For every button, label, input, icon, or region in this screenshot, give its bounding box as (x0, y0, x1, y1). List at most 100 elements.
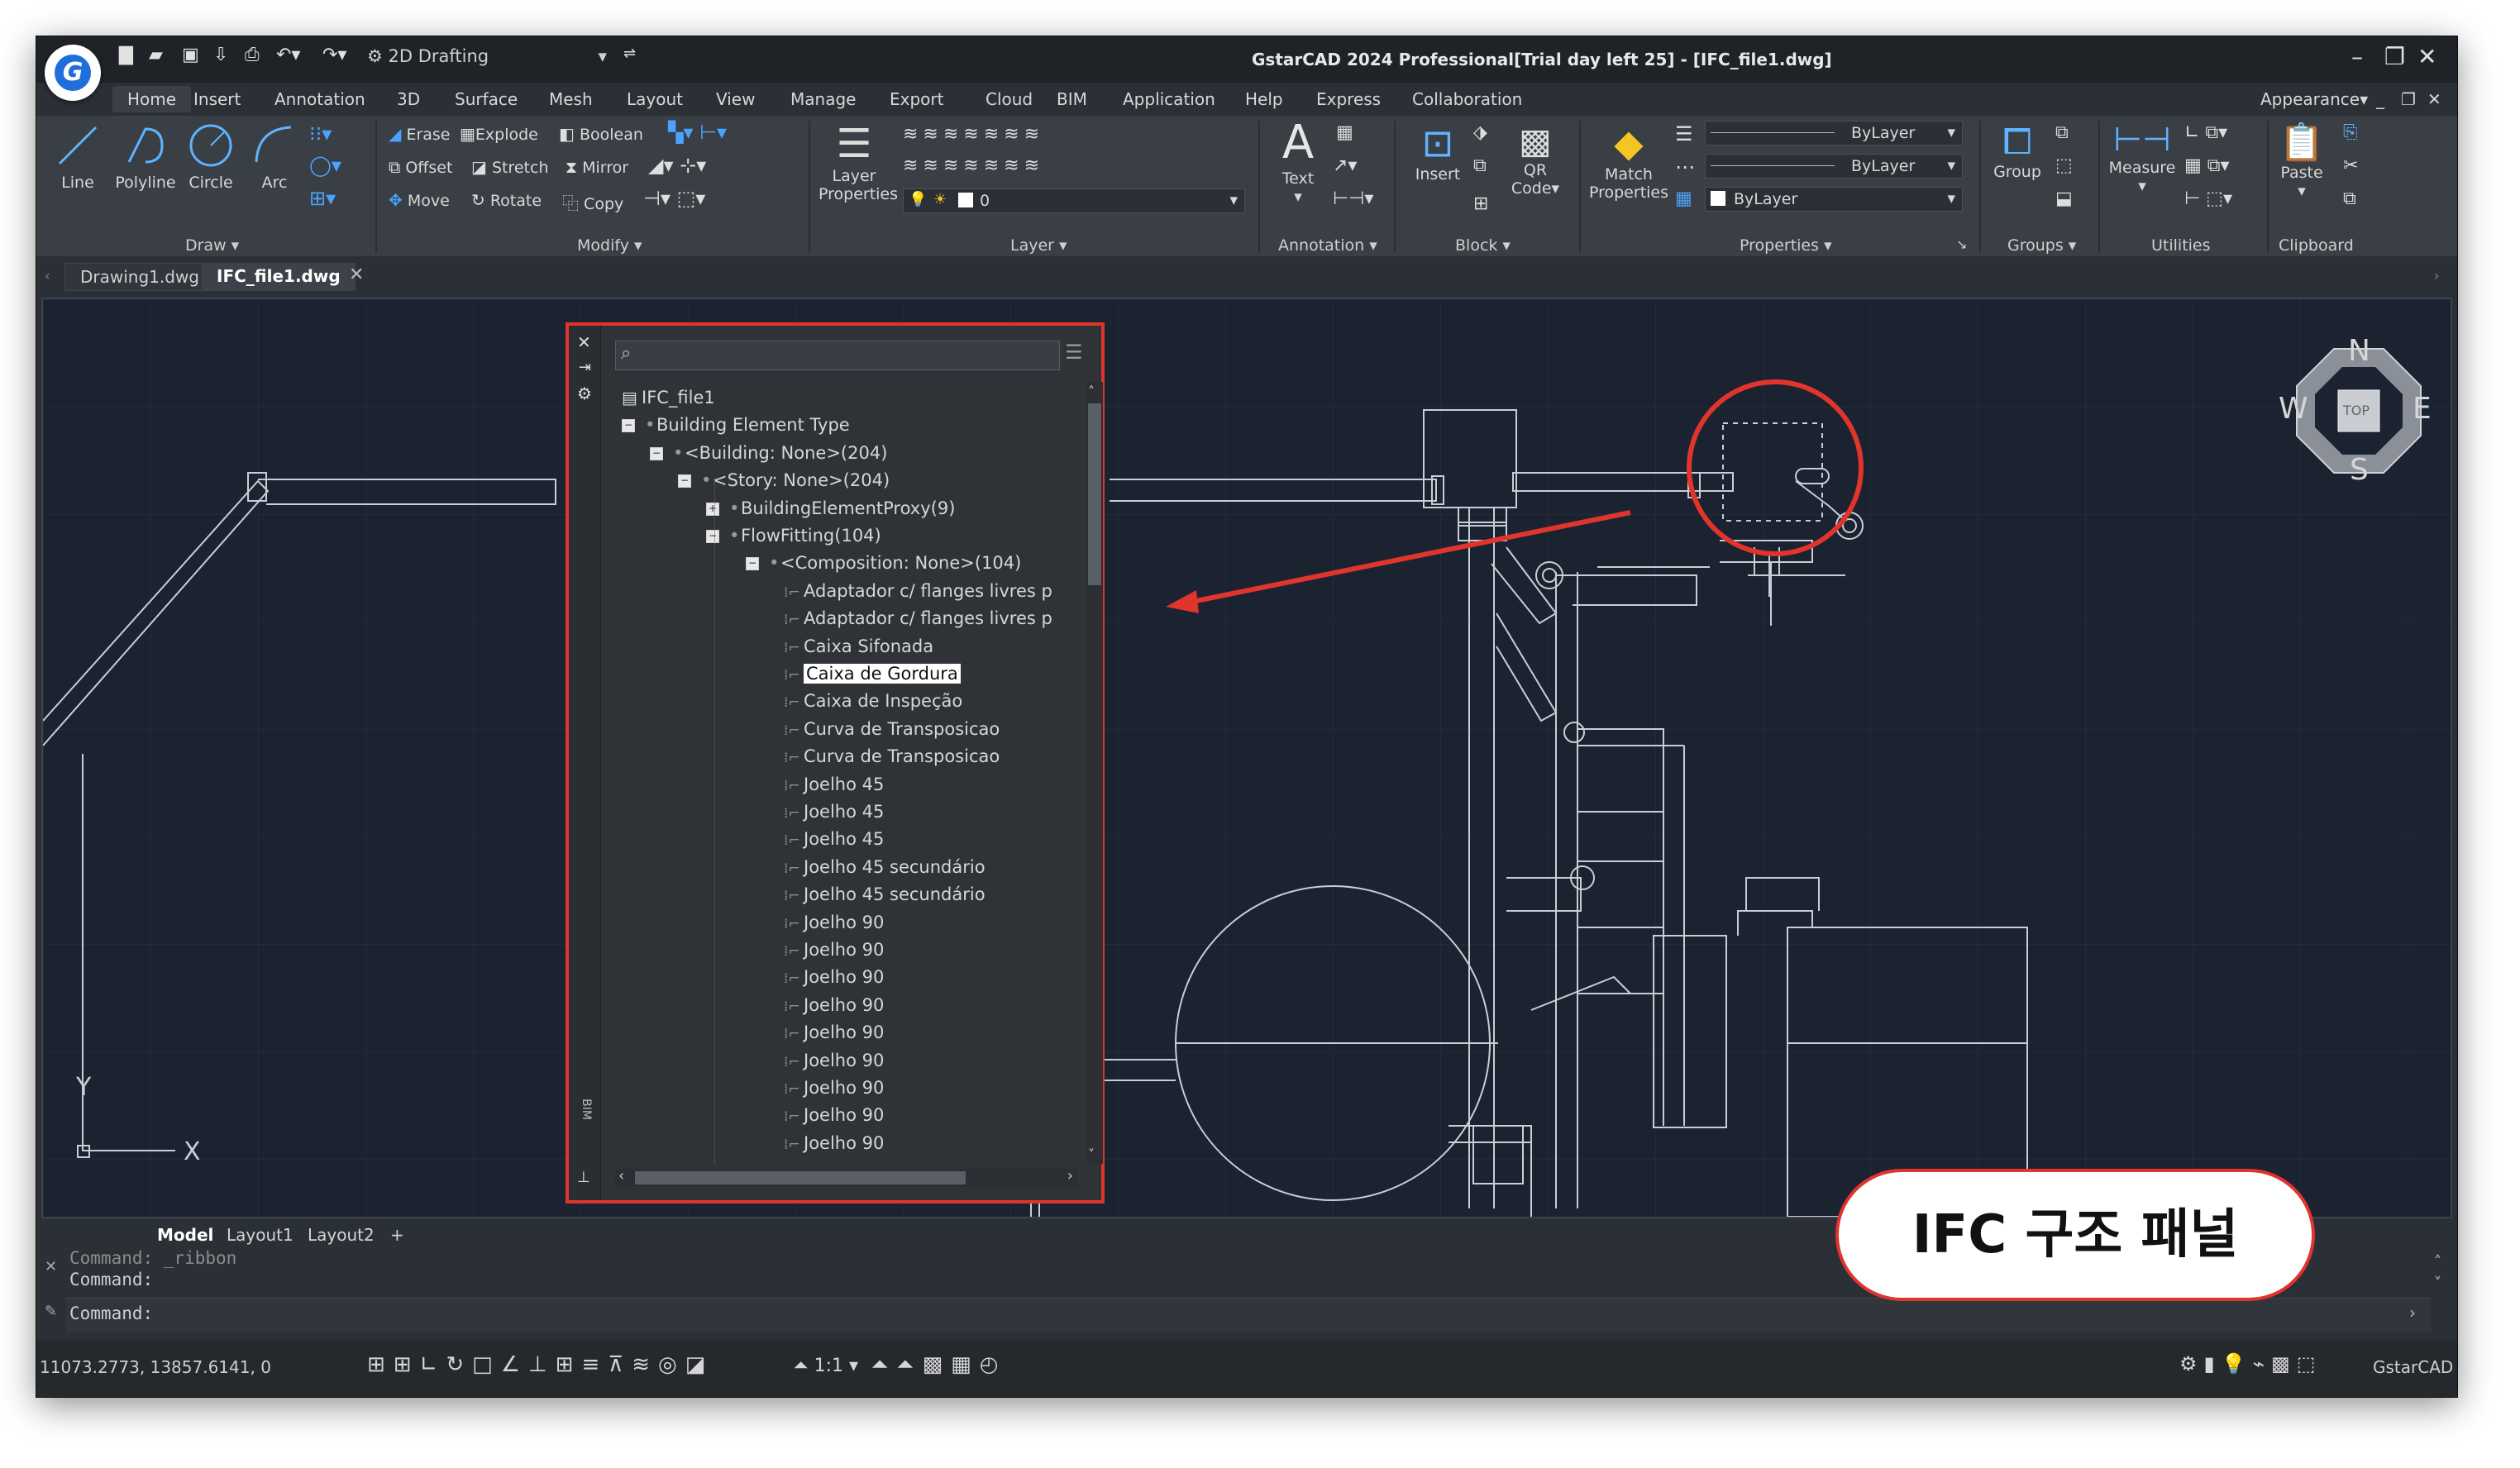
arc-button[interactable]: Arc (250, 121, 299, 192)
tab-home[interactable]: Home (112, 86, 192, 112)
layer-tools-row2-icon[interactable]: ≋≋≋≋≋≋≋ (903, 155, 1044, 176)
clipboard-group-label[interactable]: Clipboard (2279, 236, 2354, 255)
tree-node[interactable]: ⁞⌐ Joelho 45 (784, 772, 884, 797)
tab-annotation[interactable]: Annotation (274, 89, 365, 109)
text-button[interactable]: A Text ▾ (1273, 116, 1323, 206)
hscroll-thumb[interactable] (635, 1171, 966, 1184)
panel-launcher-icon[interactable]: ↘ (1956, 236, 1967, 252)
group-select-icon[interactable]: ⬓ (2055, 188, 2073, 209)
tray-icons[interactable]: ⚙▮💡⌁▩⬚ (2179, 1352, 2322, 1375)
polyline-button[interactable]: Polyline (112, 121, 179, 192)
block-attribute-icon[interactable]: ⧉ (1473, 155, 1487, 176)
tree-node[interactable]: ⁞⌐ Joelho 90 (784, 1131, 884, 1156)
tree-node[interactable]: ⁞⌐ Joelho 90 (784, 910, 884, 935)
copy-button[interactable]: ⿻ Copy (562, 190, 623, 214)
utilities-group-label[interactable]: Utilities (2151, 236, 2211, 255)
horizontal-scrollbar[interactable]: ‹ › (615, 1167, 1078, 1187)
tab-3d[interactable]: 3D (397, 89, 420, 109)
collapse-icon[interactable]: − (678, 474, 691, 489)
tree-node[interactable]: ⁞⌐ Joelho 90 (784, 993, 884, 1018)
erase-button[interactable]: ◢ Erase (389, 124, 451, 144)
array-icon[interactable]: ▚▾ ⊢▾ (668, 121, 727, 144)
tab-scroll-right-icon[interactable]: › (2434, 268, 2439, 284)
command-close-icon[interactable]: ✕ (45, 1258, 57, 1275)
app-logo[interactable]: G (45, 45, 101, 101)
status-tools-icon[interactable]: ⏶⏶▩▦◴ (871, 1352, 1006, 1378)
line-button[interactable]: Line (53, 121, 103, 192)
close-panel-icon[interactable]: ✕ (577, 332, 591, 352)
tab-insert[interactable]: Insert (193, 89, 241, 109)
open-file-icon[interactable]: ▰ (149, 45, 163, 74)
match-properties-button[interactable]: ◆ Match Properties (1587, 121, 1670, 202)
tree-node[interactable]: ⁞⌐ Joelho 90 (784, 1075, 884, 1100)
save-as-icon[interactable]: ⇩ (213, 45, 228, 74)
tab-ifc-file1[interactable]: IFC_file1.dwg (202, 263, 356, 291)
new-file-icon[interactable]: ▇ (119, 45, 133, 74)
circle-button[interactable]: Circle (182, 121, 240, 192)
ellipse-icon[interactable]: ◯▾ (309, 154, 341, 177)
leader-icon[interactable]: ↗▾ (1333, 155, 1357, 176)
tab-layout2[interactable]: Layout2 (299, 1222, 383, 1248)
tree-node[interactable]: ⁞⌐ Curva de Transposicao (784, 744, 1000, 769)
tab-view[interactable]: View (716, 89, 755, 109)
minimize-icon[interactable]: – (2351, 43, 2363, 70)
add-layout-button[interactable]: + (382, 1222, 413, 1248)
viewcube-top-face[interactable]: TOP (2343, 403, 2370, 418)
tree-node[interactable]: ⁞⌐ Joelho 45 (784, 827, 884, 851)
tab-model[interactable]: Model (149, 1222, 222, 1248)
calculator-icon[interactable]: ▦ ⧉▾ (2184, 155, 2230, 176)
tree-node[interactable]: ⁞⌐ Adaptador c/ flanges livres p (784, 606, 1052, 631)
insert-button[interactable]: ⊡ Insert (1409, 121, 1467, 184)
linetype-icon[interactable]: ⋯ (1675, 155, 1695, 179)
mirror-button[interactable]: ⧗ Mirror (566, 157, 628, 177)
scroll-down-icon[interactable]: ˅ (1088, 1146, 1095, 1162)
properties-group-label[interactable]: Properties ▾ (1740, 236, 1832, 255)
explode-button[interactable]: ▦Explode (460, 124, 538, 144)
id-point-icon[interactable]: ∟ ⧉▾ (2184, 122, 2227, 143)
dimension-icon[interactable]: ⊢⊣▾ (1333, 188, 1373, 209)
lineweight-dropdown[interactable]: ByLayer ▾ (1705, 121, 1963, 145)
tab-application[interactable]: Application (1123, 89, 1215, 109)
qr-code-button[interactable]: ▩ QR Code▾ (1506, 121, 1564, 198)
rotate-button[interactable]: ↻ Rotate (471, 190, 542, 210)
measure-button[interactable]: ⊢⊣ Measure ▾ (2105, 121, 2179, 195)
annotation-group-label[interactable]: Annotation ▾ (1278, 236, 1377, 255)
scroll-thumb[interactable] (1088, 403, 1101, 585)
trim-icon[interactable]: ⊣▾ ⬚▾ (643, 187, 705, 210)
boolean-button[interactable]: ◧ Boolean (559, 124, 643, 144)
doc-close-icon[interactable]: ✕ (2427, 89, 2441, 109)
tab-help[interactable]: Help (1245, 89, 1283, 109)
fillet-icon[interactable]: ◢▾ ⊹▾ (648, 154, 706, 177)
tab-mesh[interactable]: Mesh (549, 89, 593, 109)
workspace-dropdown[interactable]: ⚙ 2D Drafting ▾ (367, 46, 615, 71)
tab-bim[interactable]: BIM (1057, 89, 1087, 109)
doc-minimize-icon[interactable]: _ (2376, 89, 2384, 109)
coordinates-readout[interactable]: 11073.2773, 13857.6141, 0 (40, 1357, 271, 1377)
autohide-icon[interactable]: ⇥ (579, 359, 591, 376)
tab-manage[interactable]: Manage (790, 89, 856, 109)
scroll-left-icon[interactable]: ‹ (618, 1167, 624, 1184)
command-customize-icon[interactable]: ✎ (45, 1303, 57, 1320)
tree-node[interactable]: − •<Building: None>(204) (650, 441, 887, 465)
close-icon[interactable]: ✕ (2417, 43, 2436, 70)
annotation-scale[interactable]: ⏶ 1:1 ▾ (794, 1356, 858, 1376)
block-define-icon[interactable]: ⊞ (1473, 193, 1488, 214)
tree-node[interactable]: ⁞⌐ Joelho 90 (784, 965, 884, 989)
lineweight-icon[interactable]: ☰ (1675, 122, 1693, 145)
tab-surface[interactable]: Surface (455, 89, 518, 109)
tree-node[interactable]: ⁞⌐ Joelho 90 (784, 937, 884, 962)
group-edit-icon[interactable]: ⬚ (2055, 155, 2073, 176)
cut-icon[interactable]: ✂ (2343, 155, 2358, 176)
tab-layout[interactable]: Layout (627, 89, 683, 109)
copy-base-icon[interactable]: ⧉ (2343, 188, 2356, 209)
tab-cloud[interactable]: Cloud (986, 89, 1033, 109)
tree-node[interactable]: − •<Story: None>(204) (678, 468, 890, 493)
drafting-toggles-icon[interactable]: ⊞⊞∟↻□∠⊥⊞≡⊼≋◎◪ (367, 1352, 714, 1377)
collapse-icon[interactable]: − (650, 446, 663, 460)
viewcube[interactable]: N S E W TOP (2279, 334, 2432, 487)
tree-node[interactable]: − •FlowFitting(104) (706, 523, 881, 548)
appearance-dropdown[interactable]: Appearance▾ (2260, 89, 2368, 109)
panel-menu-icon[interactable]: ☰ (1065, 341, 1083, 364)
compass-west[interactable]: W (2279, 392, 2308, 426)
block-editor-icon[interactable]: ⬗ (1473, 122, 1487, 143)
